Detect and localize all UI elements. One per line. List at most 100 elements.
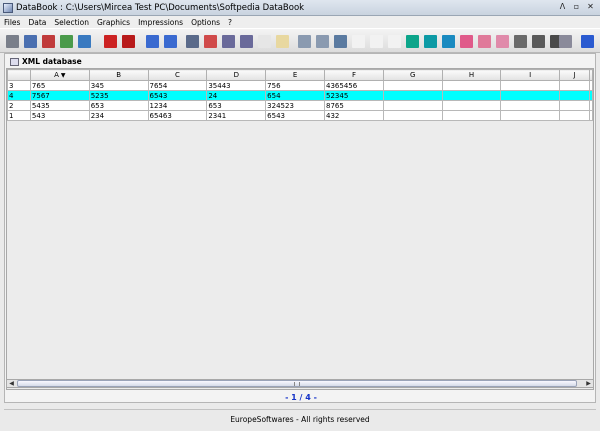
- table-cell[interactable]: [559, 110, 590, 121]
- table-row[interactable]: 3 765 345 7654 35443 756 4365456: [7, 80, 593, 91]
- table-row[interactable]: 1 543 234 65463 2341 6543 432: [7, 110, 593, 121]
- arrow-right-button[interactable]: [161, 32, 178, 50]
- close-icon[interactable]: ✕: [585, 2, 596, 13]
- column-header-c[interactable]: C: [147, 69, 208, 81]
- table-cell[interactable]: 765: [29, 80, 90, 91]
- table-cell[interactable]: [500, 90, 561, 101]
- scrollbar-thumb[interactable]: [17, 380, 577, 387]
- column-header-a[interactable]: A ▼: [29, 69, 90, 81]
- area-chart-button[interactable]: [457, 32, 474, 50]
- table-cell[interactable]: 543: [29, 110, 90, 121]
- corner-header[interactable]: [7, 69, 31, 81]
- spreadsheet-grid[interactable]: A ▼ B C D E F G H I J 3 765 345 7654 35443 756 4365456 4…: [6, 68, 594, 390]
- table-cell[interactable]: [441, 110, 502, 121]
- pie-chart-3-button[interactable]: [439, 32, 456, 50]
- table-cell[interactable]: 52345: [324, 90, 384, 101]
- tools-button[interactable]: [219, 32, 236, 50]
- menu-impressions[interactable]: Impressions: [134, 18, 187, 27]
- row-number[interactable]: 1: [7, 110, 31, 121]
- document-tab[interactable]: XML database: [6, 55, 86, 68]
- table-cell[interactable]: 345: [88, 80, 149, 91]
- row-number[interactable]: 3: [7, 80, 31, 91]
- table-cell[interactable]: [382, 80, 443, 91]
- table-cell[interactable]: 6543: [265, 110, 326, 121]
- table-cell[interactable]: 324523: [265, 100, 326, 111]
- table-cell[interactable]: [559, 90, 590, 101]
- table-cell[interactable]: 6543: [147, 90, 208, 101]
- row-number[interactable]: 2: [7, 100, 31, 111]
- book-red-button[interactable]: [101, 32, 118, 50]
- disk-button[interactable]: [21, 32, 38, 50]
- table-cell[interactable]: [441, 100, 502, 111]
- table-cell[interactable]: [559, 100, 590, 111]
- scroll-right-icon[interactable]: ▶: [584, 380, 593, 387]
- table-cell[interactable]: [500, 110, 561, 121]
- table-cell[interactable]: [382, 90, 443, 101]
- table-cell[interactable]: 4365456: [324, 80, 384, 91]
- column-header-f[interactable]: F: [324, 69, 384, 81]
- table-row[interactable]: 4 7567 5235 6543 24 654 52345: [7, 90, 593, 101]
- table-cell[interactable]: 65463: [147, 110, 208, 121]
- chart-faint-1-button[interactable]: [349, 32, 366, 50]
- table-cell[interactable]: 7567: [29, 90, 90, 101]
- column-header-b[interactable]: B: [88, 69, 149, 81]
- table-cell[interactable]: [382, 110, 443, 121]
- area-chart-2-button[interactable]: [475, 32, 492, 50]
- column-header-d[interactable]: D: [206, 69, 267, 81]
- column-header-e[interactable]: E: [265, 69, 326, 81]
- table-cell[interactable]: 24: [206, 90, 267, 101]
- paste-button[interactable]: [75, 32, 92, 50]
- pie-chart-2-button[interactable]: [421, 32, 438, 50]
- table-cell[interactable]: 7654: [147, 80, 208, 91]
- copy-button[interactable]: [57, 32, 74, 50]
- row-number[interactable]: 4: [7, 90, 31, 101]
- table-cell[interactable]: 654: [265, 90, 326, 101]
- area-chart-3-button[interactable]: [493, 32, 510, 50]
- table-cell[interactable]: [441, 80, 502, 91]
- table-cell[interactable]: 35443: [206, 80, 267, 91]
- print-button[interactable]: [3, 32, 20, 50]
- edit-page-button[interactable]: [273, 32, 290, 50]
- bar-chart-2-button[interactable]: [529, 32, 546, 50]
- table-cell[interactable]: 5435: [29, 100, 90, 111]
- menu-selection[interactable]: Selection: [50, 18, 93, 27]
- stack-2-button[interactable]: [313, 32, 330, 50]
- table-cell[interactable]: [382, 100, 443, 111]
- table-cell[interactable]: 653: [88, 100, 149, 111]
- menu-graphics[interactable]: Graphics: [93, 18, 134, 27]
- book-red-2-button[interactable]: [119, 32, 136, 50]
- column-header-h[interactable]: H: [441, 69, 502, 81]
- arrow-left-button[interactable]: [143, 32, 160, 50]
- table-cell[interactable]: 8765: [324, 100, 384, 111]
- chart-faint-2-button[interactable]: [367, 32, 384, 50]
- bar-chart-button[interactable]: [511, 32, 528, 50]
- table-cell[interactable]: 653: [206, 100, 267, 111]
- scroll-left-icon[interactable]: ◀: [7, 380, 16, 387]
- table-row[interactable]: 2 5435 653 1234 653 324523 8765: [7, 100, 593, 111]
- page-button[interactable]: [255, 32, 272, 50]
- table-cell[interactable]: 756: [265, 80, 326, 91]
- table-cell[interactable]: 1234: [147, 100, 208, 111]
- printer-button[interactable]: [556, 32, 573, 50]
- help-button[interactable]: [578, 32, 595, 50]
- table-cell[interactable]: [500, 100, 561, 111]
- cut-button[interactable]: [39, 32, 56, 50]
- table-cell[interactable]: 5235: [88, 90, 149, 101]
- search-button[interactable]: [331, 32, 348, 50]
- column-header-i[interactable]: I: [500, 69, 561, 81]
- menu-help[interactable]: ?: [224, 18, 236, 27]
- unlink-button[interactable]: [201, 32, 218, 50]
- table-cell[interactable]: [500, 80, 561, 91]
- tools-2-button[interactable]: [237, 32, 254, 50]
- column-header-j[interactable]: J: [559, 69, 590, 81]
- table-cell[interactable]: [559, 80, 590, 91]
- minimize-icon[interactable]: ⴷ: [557, 2, 568, 13]
- link-button[interactable]: [183, 32, 200, 50]
- stack-button[interactable]: [295, 32, 312, 50]
- menu-files[interactable]: Files: [0, 18, 24, 27]
- menu-options[interactable]: Options: [187, 18, 224, 27]
- table-cell[interactable]: [441, 90, 502, 101]
- table-cell[interactable]: 234: [88, 110, 149, 121]
- pie-chart-button[interactable]: [403, 32, 420, 50]
- column-header-g[interactable]: G: [382, 69, 443, 81]
